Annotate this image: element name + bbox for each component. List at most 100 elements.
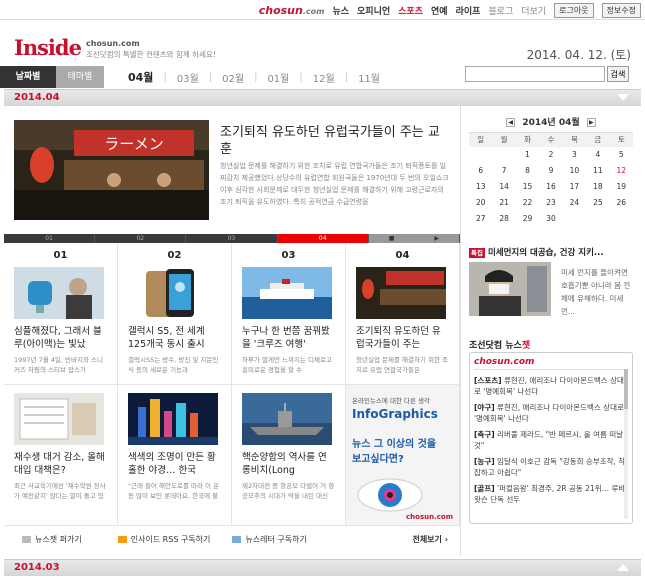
calendar-day[interactable]: 23 (539, 195, 562, 211)
article-thumbnail-exam[interactable] (14, 393, 104, 445)
calendar-day[interactable]: 2 (539, 147, 562, 163)
article-title[interactable]: 심플해졌다, 그래서 블루(아이맥)는 빛났 (14, 325, 107, 351)
article-card[interactable]: 04 조기퇴직 유도하던 유럽국가들이 주는 청년실업 문제를 해결하기 위한 … (346, 244, 460, 385)
pager-03[interactable]: 03 (186, 234, 278, 243)
tab-by-date[interactable]: 날짜별 (0, 66, 56, 88)
section-bar-2014-04[interactable]: 2014.04 (4, 89, 641, 106)
calendar-day[interactable]: 13 (469, 179, 492, 195)
newsjet-item[interactable]: [축구] 리버풀 제라드, "반 페르시, 올 여름 떠날 것" (474, 429, 628, 451)
calendar-day[interactable]: 7 (492, 163, 515, 179)
article-title[interactable]: 핵순양함의 역사를 연 롱비치(Long (242, 451, 335, 477)
calendar-day[interactable]: 8 (516, 163, 539, 179)
inside-brand-logo[interactable]: Inside (14, 35, 82, 60)
calendar-day[interactable]: 5 (610, 147, 633, 163)
article-card[interactable]: 02 갤럭시 S5, 전 세계 125개국 동시 출시 갤럭시S5는 방수, 방… (118, 244, 232, 385)
month-11[interactable]: 11월 (348, 70, 390, 85)
calendar-day[interactable]: 9 (539, 163, 562, 179)
calendar-day[interactable]: 3 (563, 147, 586, 163)
newsjet-item[interactable]: [골프] '퍼컬음왕' 최경주, 2R 공동 21위… 루바 왓슨 단독 선두 (474, 483, 628, 505)
calendar-day[interactable]: 16 (539, 179, 562, 195)
view-all-link[interactable]: 전체보기 › (412, 534, 448, 545)
calendar-day[interactable]: 25 (586, 195, 609, 211)
newsjet-logo[interactable]: chosun.com (474, 357, 628, 370)
pager-stop[interactable]: ■ (389, 234, 395, 243)
article-title[interactable]: 조기퇴직 유도하던 유럽국가들이 주는 (356, 325, 449, 351)
pager-stop-icon[interactable]: ■ ▶ (368, 234, 461, 243)
calendar-day[interactable]: 14 (492, 179, 515, 195)
newsjet-share-link[interactable]: 뉴스젯 퍼가기 (22, 534, 82, 545)
calendar-day[interactable]: 11 (586, 163, 609, 179)
newsjet-scrollbar[interactable] (624, 369, 628, 519)
pager-play[interactable]: ▶ (434, 234, 439, 243)
calendar-day[interactable]: 30 (539, 211, 562, 227)
calendar-day[interactable]: 29 (516, 211, 539, 227)
collapse-arrow-icon[interactable] (617, 94, 629, 101)
calendar-day[interactable]: 15 (516, 179, 539, 195)
calendar-prev-button[interactable]: ◀ (506, 118, 516, 127)
search-input[interactable] (465, 66, 605, 82)
nav-sports[interactable]: 스포츠 (398, 4, 423, 17)
calendar-day[interactable]: 24 (563, 195, 586, 211)
pager-02[interactable]: 02 (95, 234, 187, 243)
article-thumbnail-cruise[interactable] (242, 267, 332, 319)
article-title[interactable]: 갤럭시 S5, 전 세계 125개국 동시 출시 (128, 325, 221, 351)
nav-blog[interactable]: 블로그 (488, 4, 513, 17)
article-card[interactable]: 01 심플해졌다, 그래서 블루(아이맥)는 빛났 1997년 7월 4일, 빈… (4, 244, 118, 385)
pager-04[interactable]: 04 (277, 234, 369, 243)
month-01[interactable]: 01월 (257, 70, 299, 85)
nav-more[interactable]: 더보기 (521, 4, 546, 17)
month-02[interactable]: 02월 (212, 70, 254, 85)
article-card[interactable]: 핵순양함의 역사를 연 롱비치(Long 제2차대전 중 항공모 다벌어 거 항… (232, 385, 346, 526)
newsjet-item[interactable]: [스포츠] 류현진, 애리조나 다이아몬드백스 상대로 '명예회복' 나선다 (474, 375, 628, 397)
expand-arrow-icon[interactable] (617, 564, 629, 571)
article-card[interactable]: 재수생 대거 감소, 올해 대입 대책은? 최근 사교육기에선 '재수학원 장사… (4, 385, 118, 526)
nav-news[interactable]: 뉴스 (332, 4, 349, 17)
article-thumbnail-nightview[interactable] (128, 393, 218, 445)
calendar-day[interactable]: 1 (516, 147, 539, 163)
side-news-title[interactable]: 미세먼지의 대공습, 건강 지키... (488, 248, 604, 258)
month-12[interactable]: 12월 (303, 70, 345, 85)
calendar-day[interactable]: 6 (469, 163, 492, 179)
article-card[interactable]: 03 누구나 한 번쯤 꿈꿔봤을 '크루즈 여행' 하루가 멀게만 느껴지는 디… (232, 244, 346, 385)
month-03[interactable]: 03월 (167, 70, 209, 85)
nav-opinion[interactable]: 오피니언 (357, 4, 390, 17)
month-04[interactable]: 04월 (118, 69, 163, 85)
calendar-day[interactable]: 17 (563, 179, 586, 195)
calendar-day[interactable]: 12 (610, 163, 633, 179)
infographics-ad[interactable]: 온라인뉴스에 대한 다른 생각 InfoGraphics 뉴스 그 이상의 것을… (346, 385, 460, 526)
article-thumbnail-imac[interactable] (14, 267, 104, 319)
newsletter-subscribe-link[interactable]: 뉴스레터 구독하기 (232, 534, 307, 545)
article-thumbnail-ramen[interactable] (356, 267, 446, 319)
article-title[interactable]: 색색의 조명이 만든 황홀한 야경… 한국 (128, 451, 221, 477)
calendar-day[interactable]: 27 (469, 211, 492, 227)
feature-title[interactable]: 조기퇴직 유도하던 유럽국가들이 주는 교훈 (220, 124, 450, 158)
calendar-day[interactable]: 18 (586, 179, 609, 195)
edit-profile-button[interactable]: 정보수정 (601, 3, 641, 18)
nav-life[interactable]: 라이프 (456, 4, 481, 17)
newsjet-item[interactable]: [야구] 류현진, 애리조나 다이아몬드백스 상대로 '명예회복' 나선다 (474, 402, 628, 424)
article-card[interactable]: 색색의 조명이 만든 황홀한 야경… 한국 "근래 들어 해안도로를 따라 이 … (118, 385, 232, 526)
pager-01[interactable]: 01 (4, 234, 96, 243)
calendar-day[interactable]: 22 (516, 195, 539, 211)
logout-button[interactable]: 로그아웃 (554, 3, 594, 18)
calendar-day[interactable]: 21 (492, 195, 515, 211)
search-button[interactable]: 검색 (607, 66, 629, 82)
scrollbar-thumb[interactable] (624, 369, 628, 409)
calendar-day[interactable]: 26 (610, 195, 633, 211)
calendar-day[interactable]: 28 (492, 211, 515, 227)
section-bar-2014-03[interactable]: 2014.03 (4, 559, 641, 576)
calendar-day[interactable]: 19 (610, 179, 633, 195)
article-title[interactable]: 재수생 대거 감소, 올해 대입 대책은? (14, 451, 107, 477)
newsjet-item[interactable]: [농구] 임달식 이호근 감독 "강동희 승부조작, 착잡하고 아쉽다" (474, 456, 628, 478)
article-thumbnail-warship[interactable] (242, 393, 332, 445)
side-feature-news[interactable]: 특집 미세먼지의 대공습, 건강 지키... 미세 먼지를 들이켜면 호흡기뿐 아… (469, 246, 633, 316)
calendar-day[interactable]: 4 (586, 147, 609, 163)
rss-subscribe-link[interactable]: 인사이드 RSS 구독하기 (117, 534, 210, 545)
calendar-next-button[interactable]: ▶ (586, 118, 596, 127)
calendar-day[interactable]: 10 (563, 163, 586, 179)
tab-by-theme[interactable]: 테마별 (56, 66, 104, 88)
nav-entertainment[interactable]: 연예 (431, 4, 448, 17)
chosun-logo[interactable]: chosun.com (259, 4, 325, 17)
calendar-day[interactable]: 20 (469, 195, 492, 211)
article-title[interactable]: 누구나 한 번쯤 꿈꿔봤을 '크루즈 여행' (242, 325, 335, 351)
